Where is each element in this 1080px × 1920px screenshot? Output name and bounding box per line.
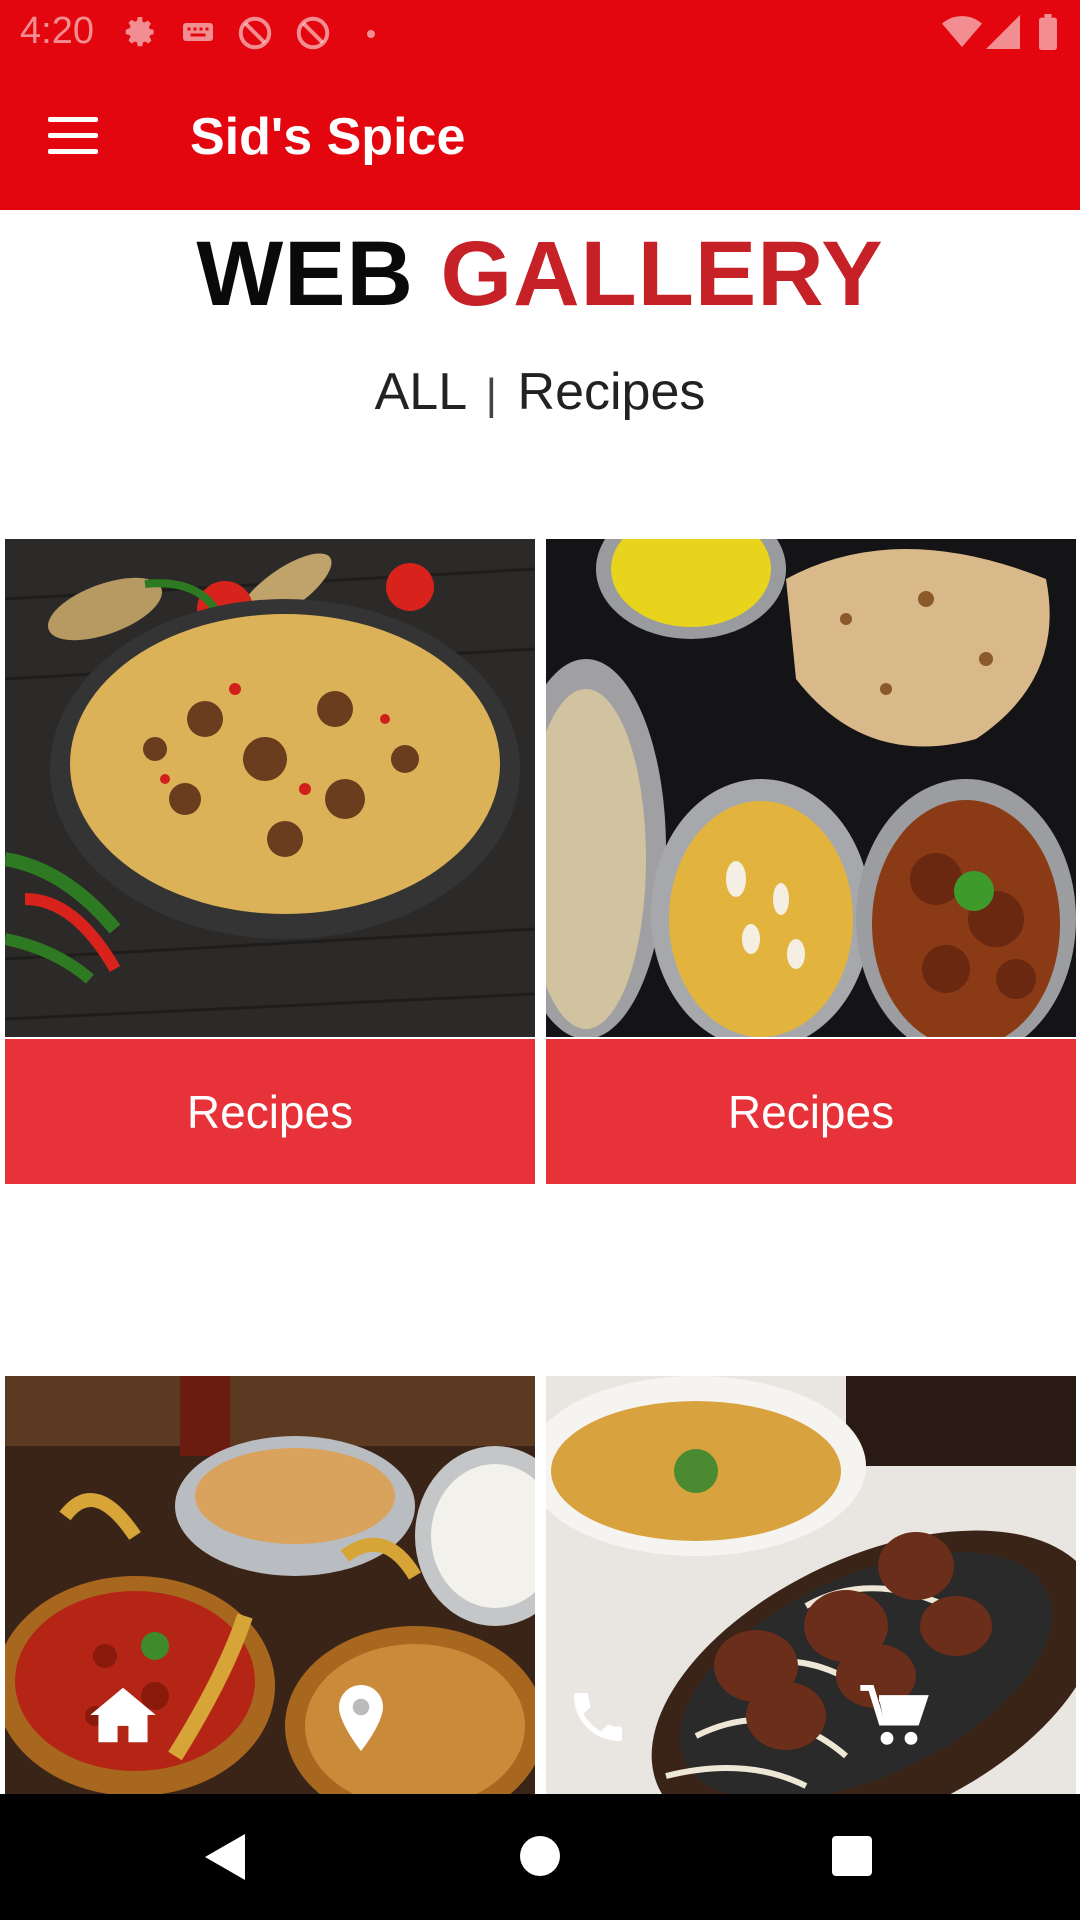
- curries-and-naan-photo[interactable]: [546, 539, 1076, 1037]
- signal-icon: [986, 14, 1020, 55]
- status-time: 4:20: [20, 10, 94, 52]
- home-icon[interactable]: [88, 1685, 158, 1750]
- system-nav-bar: [0, 1794, 1080, 1920]
- no-location-icon: [294, 14, 332, 57]
- cart-icon[interactable]: [860, 1684, 930, 1754]
- filter-separator: |: [485, 370, 498, 419]
- page-title: WEB GALLERY: [0, 222, 1080, 327]
- phone-icon[interactable]: [566, 1685, 630, 1754]
- recents-icon[interactable]: [832, 1836, 872, 1876]
- settings-icon: [122, 14, 158, 55]
- app-toolbar: Sid's Spice: [0, 63, 1080, 210]
- gallery-filter: ALL | Recipes: [0, 362, 1080, 422]
- page-title-word-1: WEB: [196, 223, 414, 325]
- filter-recipes[interactable]: Recipes: [518, 363, 706, 421]
- wifi-icon: [942, 14, 982, 55]
- gallery-card[interactable]: Recipes: [546, 539, 1076, 1184]
- back-icon[interactable]: [205, 1834, 245, 1885]
- status-bar: 4:20: [0, 0, 1080, 63]
- location-pin-icon[interactable]: [338, 1685, 384, 1756]
- gallery-card[interactable]: [5, 1376, 535, 1794]
- keyboard-icon: [180, 14, 216, 55]
- dot-icon: [366, 26, 376, 44]
- indian-thali-photo[interactable]: [5, 1376, 535, 1794]
- recipes-button[interactable]: Recipes: [5, 1039, 535, 1184]
- recipes-button[interactable]: Recipes: [546, 1039, 1076, 1184]
- app-title: Sid's Spice: [190, 108, 466, 166]
- gallery-card[interactable]: Recipes: [5, 539, 535, 1184]
- biryani-pan-photo[interactable]: [5, 539, 535, 1037]
- page-title-word-2: GALLERY: [440, 223, 884, 325]
- filter-all[interactable]: ALL: [375, 363, 466, 421]
- battery-icon: [1038, 14, 1058, 55]
- home-nav-icon[interactable]: [520, 1836, 560, 1876]
- no-location-icon: [236, 14, 274, 57]
- hamburger-menu-icon[interactable]: [48, 117, 98, 155]
